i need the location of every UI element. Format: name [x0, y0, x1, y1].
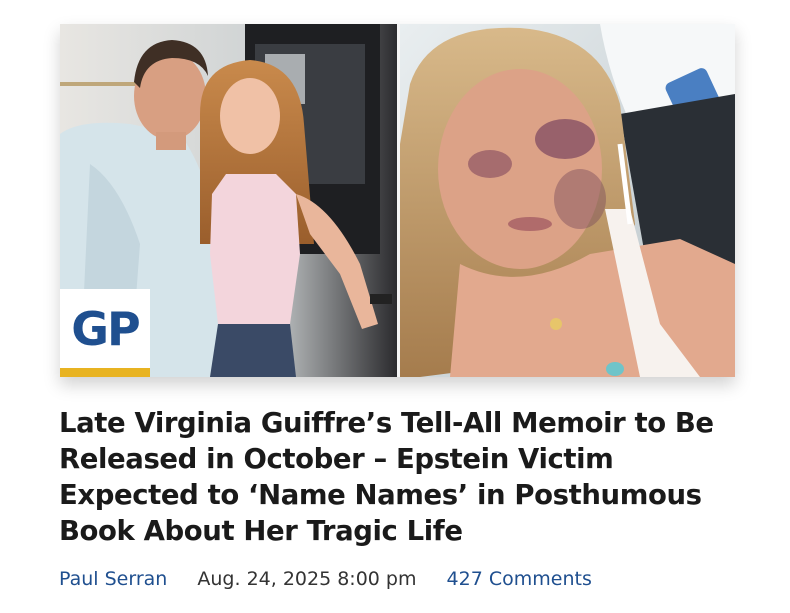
article-card: GP Late Virginia Guiffre’s Tell-All Memo…: [0, 0, 790, 613]
gp-logo-text: GP: [71, 302, 140, 356]
author-link[interactable]: Paul Serran: [59, 566, 167, 592]
gp-logo-accent-bar: [60, 368, 150, 377]
article-featured-image[interactable]: [60, 24, 735, 377]
comments-link[interactable]: 427 Comments: [447, 566, 592, 592]
article-headline[interactable]: Late Virginia Guiffre’s Tell-All Memoir …: [59, 405, 739, 549]
right-photo: [400, 24, 735, 377]
gp-logo[interactable]: GP: [60, 289, 150, 377]
article-meta: Paul Serran Aug. 24, 2025 8:00 pm 427 Co…: [59, 566, 592, 592]
publish-date: Aug. 24, 2025 8:00 pm: [197, 568, 417, 590]
